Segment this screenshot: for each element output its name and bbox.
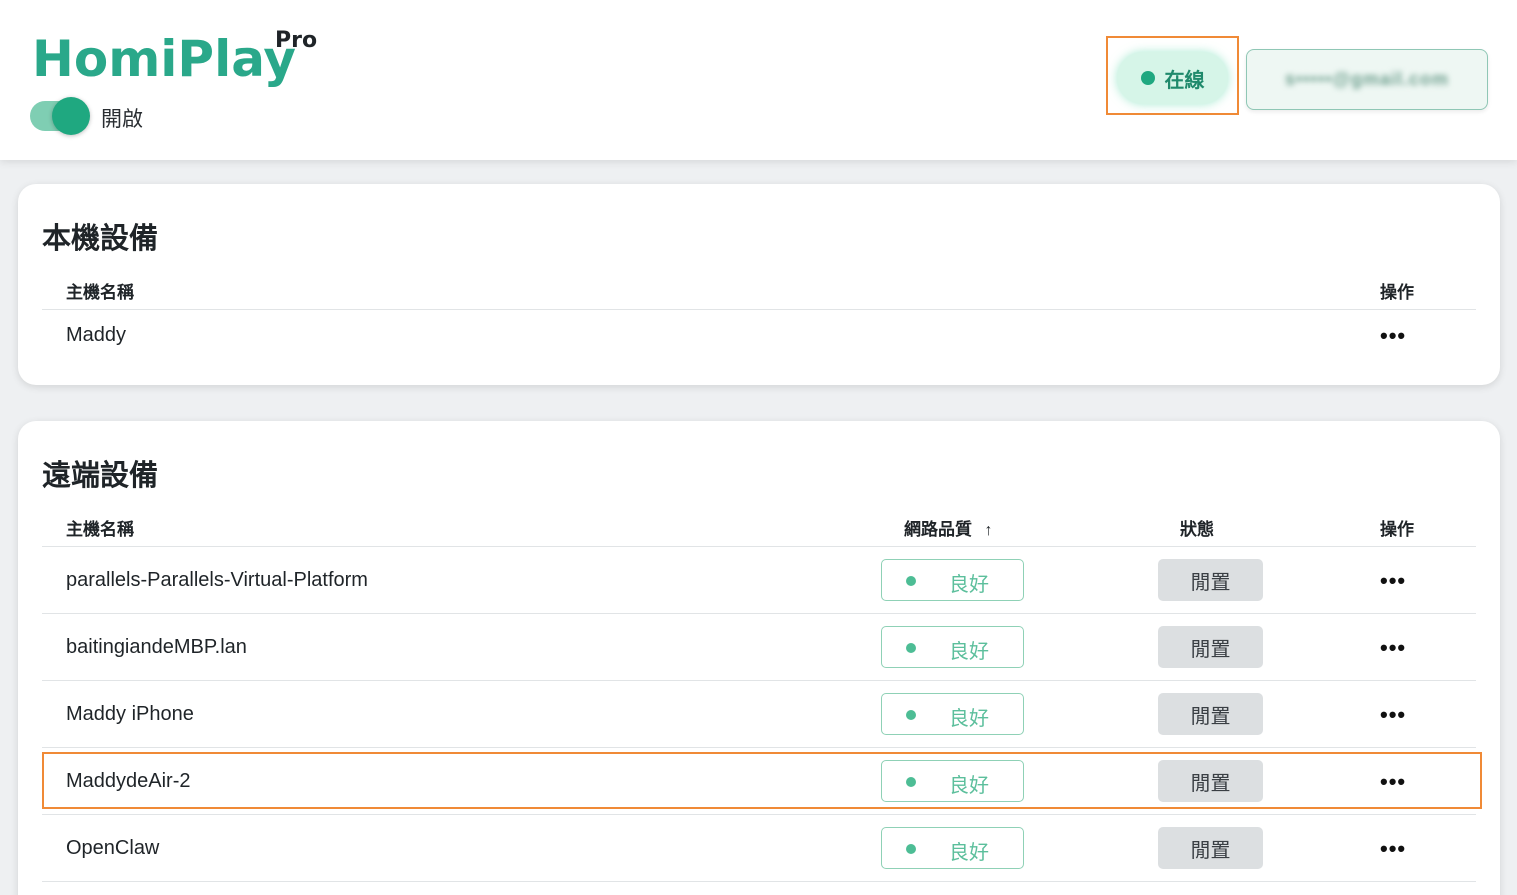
quality-column-label: 網路品質 xyxy=(904,520,972,539)
remote-col-hostname: 主機名稱 xyxy=(66,520,134,539)
hostname-cell: Maddy iPhone xyxy=(66,703,194,725)
quality-badge[interactable]: 良好 xyxy=(881,626,1024,668)
quality-dot-icon xyxy=(906,710,916,720)
quality-dot-icon xyxy=(906,844,916,854)
remote-col-action: 操作 xyxy=(1380,520,1414,539)
account-email-button[interactable]: s•••••@gmail.com xyxy=(1246,49,1488,110)
row-divider xyxy=(42,747,1476,748)
toggle-knob xyxy=(52,97,90,135)
remote-devices-card: 遠端設備 主機名稱 網路品質 ↑ 狀態 操作 parallels-Paralle… xyxy=(18,421,1500,895)
quality-text: 良好 xyxy=(949,641,989,663)
local-devices-card: 本機設備 主機名稱 操作 Maddy ••• xyxy=(18,184,1500,385)
state-badge: 閒置 xyxy=(1158,559,1263,601)
quality-text: 良好 xyxy=(949,708,989,730)
state-badge: 閒置 xyxy=(1158,827,1263,869)
quality-text: 良好 xyxy=(949,574,989,596)
state-badge: 閒置 xyxy=(1158,693,1263,735)
remote-col-quality-sort[interactable]: 網路品質 ↑ xyxy=(904,515,992,540)
row-divider xyxy=(42,814,1476,815)
hostname-cell: Maddy xyxy=(66,324,127,346)
quality-dot-icon xyxy=(906,643,916,653)
quality-badge[interactable]: 良好 xyxy=(881,693,1024,735)
local-devices-title: 本機設備 xyxy=(42,223,159,255)
local-col-hostname: 主機名稱 xyxy=(66,283,134,302)
more-actions-icon[interactable]: ••• xyxy=(1380,702,1406,728)
local-col-action: 操作 xyxy=(1380,283,1414,302)
remote-devices-title: 遠端設備 xyxy=(42,460,159,492)
toggle-label: 開啟 xyxy=(101,108,143,131)
header-divider xyxy=(42,309,1476,310)
hostname-cell: baitingiandeMBP.lan xyxy=(66,636,247,658)
row-divider xyxy=(42,680,1476,681)
quality-badge[interactable]: 良好 xyxy=(881,827,1024,869)
account-email: s•••••@gmail.com xyxy=(1284,69,1450,89)
hostname-cell: parallels-Parallels-Virtual-Platform xyxy=(66,569,368,591)
row-highlight-box xyxy=(42,752,1482,809)
state-badge: 閒置 xyxy=(1158,626,1263,668)
more-actions-icon[interactable]: ••• xyxy=(1380,836,1406,862)
brand-logo: HomiPlay xyxy=(32,30,297,88)
row-divider xyxy=(42,881,1476,882)
online-status-badge[interactable]: 在線 xyxy=(1117,52,1228,104)
power-toggle[interactable] xyxy=(30,97,90,135)
quality-badge[interactable]: 良好 xyxy=(881,559,1024,601)
sort-arrow-up-icon: ↑ xyxy=(984,522,993,539)
quality-dot-icon xyxy=(906,576,916,586)
app-header: HomiPlay Pro 開啟 在線 s•••••@gmail.com xyxy=(0,0,1517,160)
quality-text: 良好 xyxy=(949,842,989,864)
more-actions-icon[interactable]: ••• xyxy=(1380,635,1406,661)
more-actions-icon[interactable]: ••• xyxy=(1380,323,1406,349)
brand-tier-label: Pro xyxy=(275,28,318,53)
remote-col-state: 狀態 xyxy=(1180,520,1214,539)
status-dot-icon xyxy=(1140,71,1155,85)
hostname-cell: OpenClaw xyxy=(66,837,160,859)
row-divider xyxy=(42,613,1476,614)
status-text: 在線 xyxy=(1164,69,1205,92)
more-actions-icon[interactable]: ••• xyxy=(1380,568,1406,594)
header-divider xyxy=(42,546,1476,547)
